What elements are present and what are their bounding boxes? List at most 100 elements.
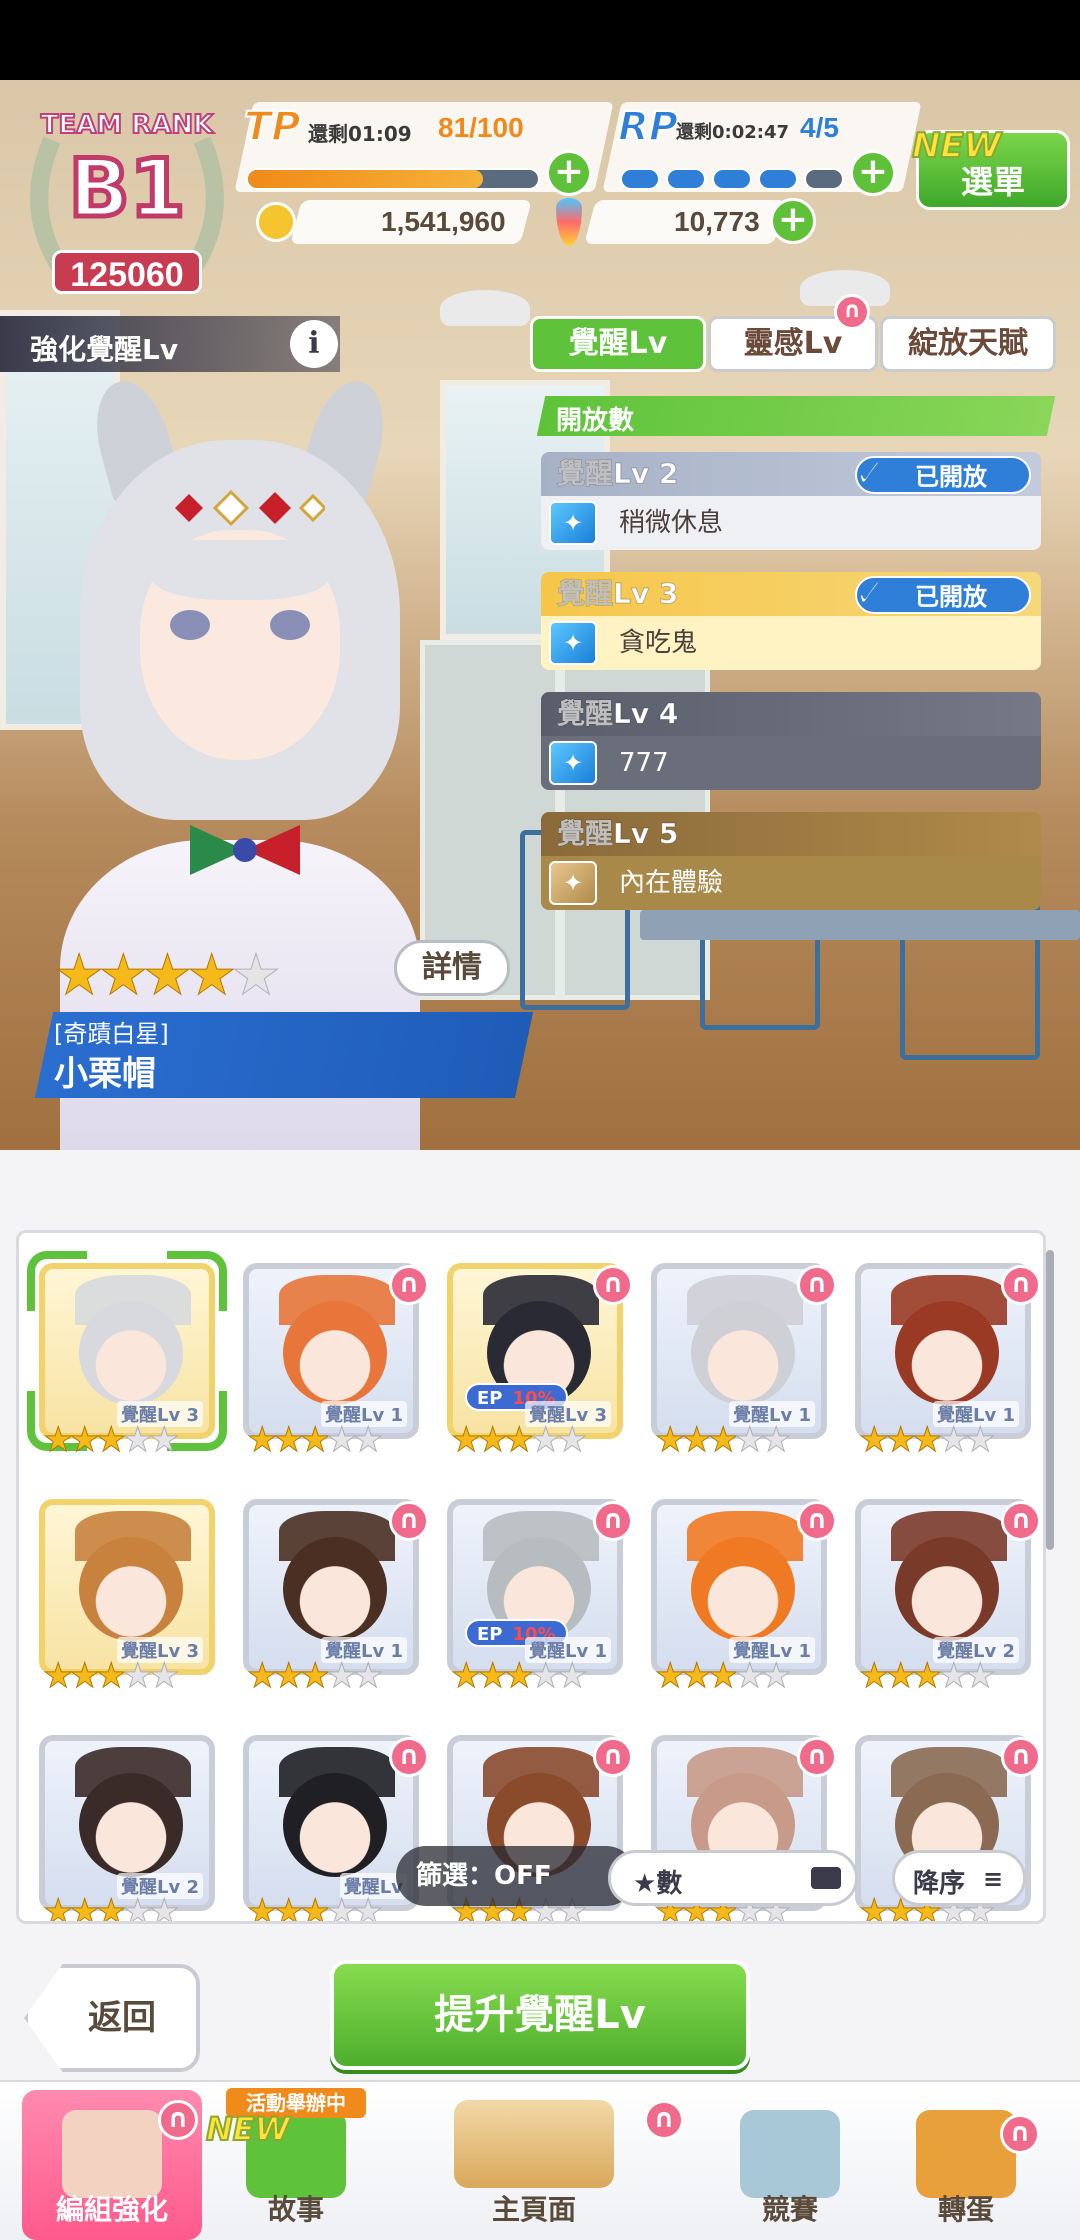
awakening-level-row[interactable]: 覺醒Lv 2 稍微休息 ✦ ✓ 已開放: [541, 447, 1041, 554]
star-empty-icon: ★: [122, 1420, 154, 1460]
horseshoe-icon: ∩: [1000, 2114, 1040, 2154]
tab-awakening[interactable]: 覺醒Lv: [530, 316, 706, 372]
team-rank-label: TEAM RANK: [40, 109, 215, 141]
star-empty-icon: ★: [556, 1656, 588, 1696]
character-name: 小栗帽: [54, 1054, 156, 1094]
tp-bar-fill: [248, 170, 483, 188]
rp-pip: [620, 168, 660, 190]
awakening-level-title: 覺醒Lv 5: [541, 812, 1041, 856]
star-empty-icon: ★: [148, 1892, 180, 1924]
eye: [270, 610, 310, 640]
skill-icon: ✦: [549, 741, 597, 785]
star-filled-icon: ★: [503, 1656, 535, 1696]
horseshoe-icon: ∩: [158, 2100, 198, 2140]
star-filled-icon: ★: [42, 1420, 74, 1460]
nav-team-enhance-label: 編組強化: [55, 2193, 168, 2226]
star-empty-icon: ★: [122, 1892, 154, 1924]
star-empty-icon: ★: [148, 1656, 180, 1696]
star-empty-icon: ★: [964, 1656, 996, 1696]
filter-button[interactable]: 篩選：OFF: [396, 1846, 636, 1906]
star-filled-icon: ★: [69, 1892, 101, 1924]
star-filled-icon: ★: [681, 1656, 713, 1696]
new-badge: NEW: [911, 125, 1002, 167]
title-bar: 強化覺醒Lv i: [0, 316, 340, 372]
rp-pips: [620, 168, 850, 190]
coin-balance: 1,541,960: [290, 200, 532, 244]
nav-home[interactable]: 主頁面: [444, 2090, 624, 2240]
horseshoe-icon: ∩: [797, 1501, 837, 1541]
nav-home-icon: [454, 2100, 614, 2188]
card-rarity-stars: ★★★★★: [42, 1892, 180, 1924]
ceiling-lamp: [440, 290, 530, 326]
star-filled-icon: ★: [477, 1656, 509, 1696]
character-rarity-stars: ★★★★★: [53, 947, 281, 1004]
awakening-level-row[interactable]: 覺醒Lv 3 貪吃鬼 ✦ ✓ 已開放: [541, 567, 1041, 674]
skill-name: 稍微休息: [541, 496, 1041, 550]
awakening-level-row[interactable]: 覺醒Lv 5 內在體驗 ✦: [541, 812, 1041, 914]
star-empty-icon: ★: [734, 1656, 766, 1696]
nav-story-label: 故事: [267, 2193, 324, 2226]
star-filled-icon: ★: [450, 1420, 482, 1460]
star-filled-icon: ★: [142, 943, 193, 1008]
rp-label: RP: [617, 103, 679, 151]
nav-story[interactable]: 活動舉辦中 NEW 故事: [205, 2088, 386, 2240]
unlock-header-label: 開放數: [556, 406, 635, 436]
upgrade-awakening-button[interactable]: 提升覺醒Lv: [330, 1960, 750, 2070]
character-face: [79, 1773, 183, 1877]
sort-order-button[interactable]: 降序 ≡: [892, 1850, 1026, 1906]
character-card[interactable]: 覺醒Lv 2: [39, 1735, 215, 1911]
character-title: [奇蹟白星]: [54, 1020, 169, 1048]
star-filled-icon: ★: [654, 1420, 686, 1460]
star-filled-icon: ★: [246, 1656, 278, 1696]
tiara: [165, 489, 328, 527]
nav-gacha[interactable]: 轉蛋: [876, 2090, 1056, 2240]
skill-name: 內在體驗: [541, 856, 1041, 910]
details-button[interactable]: 詳情: [394, 940, 510, 996]
roster-panel: 覺醒Lv 3 ★★★★★ 覺醒Lv 1 ∩ ★★★★★ EP 10% 覺醒Lv 3 ∩ ★★★★★…: [0, 1150, 1080, 2240]
character-grid[interactable]: 覺醒Lv 3 ★★★★★ 覺醒Lv 1 ∩ ★★★★★ EP 10% 覺醒Lv 3 ∩ ★★★★★…: [16, 1230, 1046, 1924]
eye: [170, 610, 210, 640]
star-filled-icon: ★: [95, 1656, 127, 1696]
star-filled-icon: ★: [858, 1656, 890, 1696]
carrot-add-button[interactable]: +: [770, 198, 816, 244]
rp-pip: [758, 168, 798, 190]
skill-icon: ✦: [549, 861, 597, 905]
rp-pip: [804, 168, 844, 190]
tp-label: TP: [243, 103, 302, 151]
star-filled-icon: ★: [95, 1420, 127, 1460]
app-screen: TEAM RANK B1 125060 TP 還剩01:09 81/100 + …: [0, 80, 1080, 2240]
character-face: [895, 1301, 999, 1405]
back-button[interactable]: 返回: [24, 1964, 200, 2072]
nav-home-label: 主頁面: [491, 2193, 576, 2226]
horseshoe-icon: ∩: [389, 1501, 429, 1541]
star-filled-icon: ★: [911, 1656, 943, 1696]
team-rank-badge[interactable]: TEAM RANK B1 125060: [12, 90, 242, 300]
star-empty-icon: ★: [122, 1656, 154, 1696]
horseshoe-icon: ∩: [1001, 1501, 1041, 1541]
page-title: 強化覺醒Lv: [30, 333, 179, 366]
awakening-level-row[interactable]: 覺醒Lv 4 777 ✦: [541, 692, 1041, 794]
tab-bloom-talent[interactable]: 綻放天賦: [880, 316, 1056, 372]
character-face: [691, 1537, 795, 1641]
grid-scrollbar[interactable]: [1046, 1250, 1054, 1550]
character-card[interactable]: 覺醒Lv 3: [39, 1499, 215, 1675]
sort-key-button[interactable]: ★數: [608, 1850, 858, 1906]
unlocked-badge: ✓ 已開放: [852, 567, 1031, 619]
rp-timer: 還剩0:02:47: [676, 122, 790, 143]
card-rarity-stars: ★★★★★: [858, 1656, 996, 1696]
star-filled-icon: ★: [42, 1656, 74, 1696]
rp-add-button[interactable]: +: [850, 150, 896, 196]
nav-race[interactable]: 競賽: [700, 2090, 880, 2240]
horseshoe-icon: ∩: [593, 1501, 633, 1541]
star-filled-icon: ★: [707, 1420, 739, 1460]
tp-value: 81/100: [438, 112, 524, 143]
info-button[interactable]: i: [290, 320, 338, 368]
tp-add-button[interactable]: +: [546, 150, 592, 196]
nav-gacha-label: 轉蛋: [937, 2193, 994, 2226]
sort-lines-icon: ≡: [983, 1865, 1004, 1893]
unlocked-label: 已開放: [915, 463, 987, 491]
card-rarity-stars: ★★★★★: [654, 1656, 792, 1696]
horseshoe-icon: ∩: [389, 1265, 429, 1305]
star-empty-icon: ★: [352, 1892, 384, 1924]
nav-team-enhance-icon: [62, 2110, 162, 2198]
